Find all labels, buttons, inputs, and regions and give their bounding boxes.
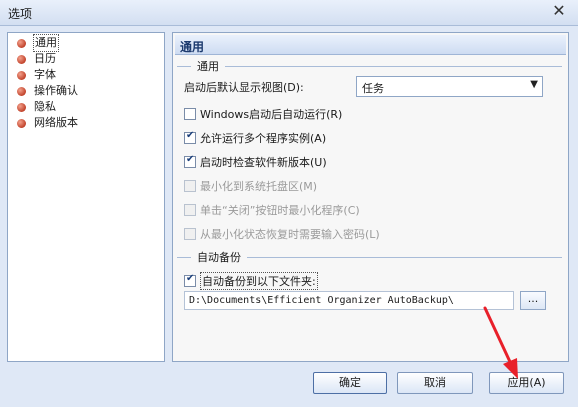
checkbox: [184, 180, 196, 192]
option-close-minimize: 单击“关闭”按钮时最小化程序(C): [184, 202, 360, 218]
sidebar-item-label: 通用: [33, 34, 59, 52]
panel-title: 通用: [180, 40, 205, 54]
default-view-row: 启动后默认显示视图(D):: [184, 79, 304, 95]
bullet-icon: [17, 118, 26, 128]
sidebar-item-confirmations[interactable]: 操作确认: [8, 83, 164, 99]
option-minimize-tray: 最小化到系统托盘区(M): [184, 178, 317, 194]
checkbox[interactable]: [184, 108, 196, 120]
checkbox[interactable]: [184, 130, 196, 144]
option-multi-instance[interactable]: 允许运行多个程序实例(A): [184, 130, 326, 146]
bullet-icon: [17, 70, 26, 80]
sidebar-item-network[interactable]: 网络版本: [8, 115, 164, 131]
bullet-icon: [17, 86, 26, 96]
checkbox: [184, 228, 196, 240]
bullet-icon: [17, 102, 26, 112]
sidebar-item-font[interactable]: 字体: [8, 67, 164, 83]
title-bar: 选项 ✕: [0, 0, 578, 26]
checkbox[interactable]: [184, 273, 196, 287]
settings-panel: 通用 通用 启动后默认显示视图(D): 任务 ▼ Windows启动后自动运行(…: [172, 32, 569, 362]
dropdown-arrow-icon: ▼: [530, 79, 538, 90]
default-view-select[interactable]: 任务 ▼: [356, 76, 543, 97]
ok-button[interactable]: 确定: [313, 372, 387, 394]
bullet-icon: [17, 54, 26, 64]
default-view-label: 启动后默认显示视图(D):: [184, 81, 304, 94]
sidebar-item-label: 字体: [34, 68, 56, 81]
sidebar-item-calendar[interactable]: 日历: [8, 51, 164, 67]
backup-path-input[interactable]: D:\Documents\Efficient Organizer AutoBac…: [184, 291, 514, 310]
checkbox: [184, 204, 196, 216]
checkbox[interactable]: [184, 154, 196, 168]
backup-group-title: 自动备份: [177, 249, 562, 265]
option-autostart[interactable]: Windows启动后自动运行(R): [184, 106, 342, 122]
cancel-button[interactable]: 取消: [397, 372, 473, 394]
apply-button[interactable]: 应用(A): [489, 372, 564, 394]
sidebar-item-privacy[interactable]: 隐私: [8, 99, 164, 115]
sidebar-item-label: 隐私: [34, 100, 56, 113]
close-icon[interactable]: ✕: [550, 2, 568, 20]
category-list: 通用 日历 字体 操作确认 隐私 网络版本: [7, 32, 165, 362]
window-title: 选项: [8, 7, 33, 21]
sidebar-item-label: 日历: [34, 52, 56, 65]
panel-header: 通用: [175, 35, 566, 55]
browse-button[interactable]: ...: [520, 291, 546, 310]
general-group-title: 通用: [177, 58, 562, 74]
option-check-updates[interactable]: 启动时检查软件新版本(U): [184, 154, 327, 170]
option-auto-backup[interactable]: 自动备份到以下文件夹:: [184, 272, 318, 290]
sidebar-item-label: 网络版本: [34, 116, 78, 129]
sidebar-item-label: 操作确认: [34, 84, 78, 97]
sidebar-item-general[interactable]: 通用: [8, 34, 164, 52]
bullet-icon: [17, 38, 26, 48]
option-restore-password: 从最小化状态恢复时需要输入密码(L): [184, 226, 380, 242]
